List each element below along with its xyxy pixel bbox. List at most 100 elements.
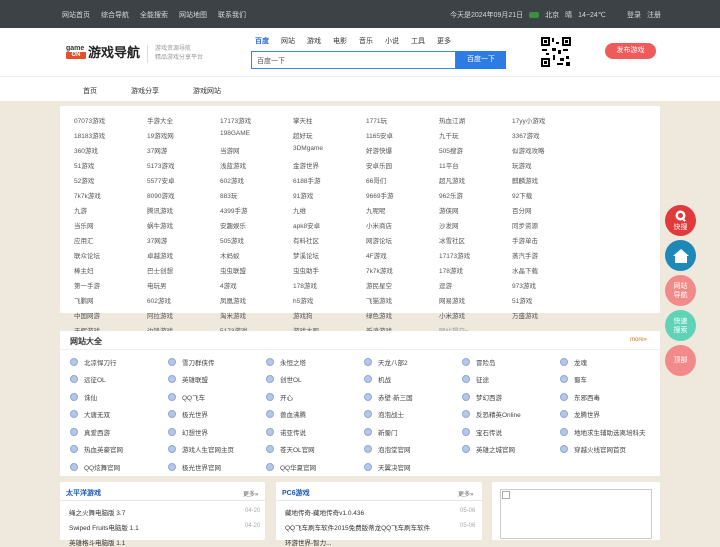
top-link-contact[interactable]: 联系我们: [218, 10, 246, 20]
nav-home[interactable]: 首页: [83, 86, 97, 96]
site-link[interactable]: 百分网: [512, 205, 585, 220]
directory-item[interactable]: 游戏人生官网主页: [168, 441, 266, 459]
site-link[interactable]: 九维: [293, 205, 366, 220]
directory-item[interactable]: 征途: [462, 371, 560, 389]
search-button[interactable]: 百度一下: [456, 51, 506, 69]
site-link[interactable]: 51游戏: [74, 160, 147, 175]
site-link[interactable]: 安趣娱乐: [220, 220, 293, 235]
site-link[interactable]: 木蚂蚁: [220, 250, 293, 265]
back-to-top-button[interactable]: 顶部: [665, 345, 696, 376]
site-link[interactable]: 17173游戏: [439, 250, 512, 265]
site-link[interactable]: 52游戏: [74, 175, 147, 190]
site-link[interactable]: 小米商店: [366, 220, 439, 235]
site-link[interactable]: 同步资源: [512, 220, 585, 235]
site-logo[interactable]: game ON 游戏导航: [66, 42, 140, 61]
broken-image[interactable]: [500, 489, 652, 539]
site-link[interactable]: 9669手游: [366, 190, 439, 205]
directory-item[interactable]: 机战: [364, 371, 462, 389]
directory-item[interactable]: 开心: [266, 388, 364, 406]
directory-item[interactable]: 梦幻西游: [462, 388, 560, 406]
site-link[interactable]: 17173游戏: [220, 115, 293, 130]
site-link[interactable]: 1771玩: [366, 115, 439, 130]
top-link-nav[interactable]: 综合导航: [101, 10, 129, 20]
site-link[interactable]: 973游戏: [512, 280, 585, 295]
site-link[interactable]: 热血江湖: [439, 115, 512, 130]
site-link[interactable]: h5游戏: [293, 295, 366, 310]
site-link[interactable]: 超好玩: [293, 130, 366, 145]
site-link[interactable]: 3367游戏: [512, 130, 585, 145]
site-link[interactable]: apk8安卓: [293, 220, 366, 235]
site-link[interactable]: 飞猫游戏: [366, 295, 439, 310]
directory-item[interactable]: 诺亚传说: [266, 423, 364, 441]
site-link[interactable]: 安卓乐园: [366, 160, 439, 175]
site-nav-button[interactable]: 网站导航: [665, 275, 696, 306]
site-link[interactable]: 逗游: [439, 280, 512, 295]
directory-item[interactable]: 创世OL: [266, 371, 364, 389]
list-item[interactable]: Swiped Fruits电脑版 1.1: [69, 522, 139, 532]
directory-item[interactable]: 真爱西游: [70, 423, 168, 441]
directory-item[interactable]: 冒险岛: [462, 353, 560, 371]
directory-item[interactable]: 大唐无双: [70, 406, 168, 424]
top-link-sitemap[interactable]: 网站地图: [179, 10, 207, 20]
site-link[interactable]: 冰雪社区: [439, 235, 512, 250]
directory-item[interactable]: 远征OL: [70, 371, 168, 389]
site-link[interactable]: 联众论坛: [74, 250, 147, 265]
site-link[interactable]: 5173游戏: [147, 160, 220, 175]
directory-item[interactable]: 东邪西毒: [560, 388, 658, 406]
site-link[interactable]: 沙发网: [439, 220, 512, 235]
directory-item[interactable]: 永恒之塔: [266, 353, 364, 371]
site-link[interactable]: 当游网: [220, 145, 293, 160]
search-tab-site[interactable]: 网站: [281, 36, 295, 46]
site-link[interactable]: 飞鹏网: [74, 295, 147, 310]
nav-game-sites[interactable]: 游戏网站: [193, 86, 221, 96]
site-link[interactable]: 962乐游: [439, 190, 512, 205]
directory-item[interactable]: 赤壁·新三国: [364, 388, 462, 406]
directory-item[interactable]: QQ华夏官网: [266, 458, 364, 476]
directory-item[interactable]: 穿越火线官网首页: [560, 441, 658, 459]
directory-item[interactable]: 反恐精英Online: [462, 406, 560, 424]
site-link[interactable]: 淘米游戏: [220, 310, 293, 325]
site-link[interactable]: 游侠网: [439, 205, 512, 220]
more-link[interactable]: 更多»: [458, 489, 473, 498]
site-link[interactable]: 51游戏: [512, 295, 585, 310]
more-link[interactable]: more»: [630, 337, 647, 343]
site-link[interactable]: 网易游戏: [439, 295, 512, 310]
list-item[interactable]: QQ飞车刷车软件2015免费版蒂龙QQ飞车刷车软件: [285, 522, 430, 532]
site-link[interactable]: 手游大全: [147, 115, 220, 130]
top-link-home[interactable]: 网站首页: [62, 10, 90, 20]
site-link[interactable]: 7k7k游戏: [74, 190, 147, 205]
directory-item[interactable]: 蜀车: [560, 371, 658, 389]
directory-item[interactable]: 热血英豪官网: [70, 441, 168, 459]
directory-item[interactable]: 天翼决官网: [364, 458, 462, 476]
search-tab-movie[interactable]: 电影: [333, 36, 347, 46]
site-link[interactable]: 4F游戏: [366, 250, 439, 265]
site-link[interactable]: 37网游: [147, 145, 220, 160]
site-link[interactable]: 电玩男: [147, 280, 220, 295]
search-input[interactable]: 百度一下: [251, 51, 456, 69]
site-link[interactable]: 602游戏: [147, 295, 220, 310]
directory-item[interactable]: 英雄联盟: [168, 371, 266, 389]
site-link[interactable]: 蒸汽手游: [512, 250, 585, 265]
site-link[interactable]: 网游论坛: [366, 235, 439, 250]
site-link[interactable]: 超凡游戏: [439, 175, 512, 190]
site-link[interactable]: 掌天柱: [293, 115, 366, 130]
site-link[interactable]: 3DMgame: [293, 145, 366, 160]
site-link[interactable]: 卓越游戏: [147, 250, 220, 265]
site-link[interactable]: 883玩: [220, 190, 293, 205]
site-link[interactable]: 4399手游: [220, 205, 293, 220]
site-link[interactable]: 凤凰游戏: [220, 295, 293, 310]
list-item[interactable]: 英雄格斗电脑版 1.1: [69, 537, 125, 547]
site-link[interactable]: 07073游戏: [74, 115, 147, 130]
more-link[interactable]: 更多»: [243, 489, 258, 498]
site-link[interactable]: 游民星空: [366, 280, 439, 295]
list-item[interactable]: 藏地传奇-藏地传奇v1.0.436: [285, 507, 364, 517]
site-link[interactable]: 91游戏: [293, 190, 366, 205]
site-link[interactable]: 505游戏: [220, 235, 293, 250]
search-tab-music[interactable]: 音乐: [359, 36, 373, 46]
site-link[interactable]: 1165安卓: [366, 130, 439, 145]
site-link[interactable]: 浅蓝游戏: [220, 160, 293, 175]
site-link[interactable]: 505搜游: [439, 145, 512, 160]
site-link[interactable]: 当乐网: [74, 220, 147, 235]
directory-item[interactable]: 雪刀群侠传: [168, 353, 266, 371]
site-link[interactable]: 198GAME: [220, 130, 293, 145]
